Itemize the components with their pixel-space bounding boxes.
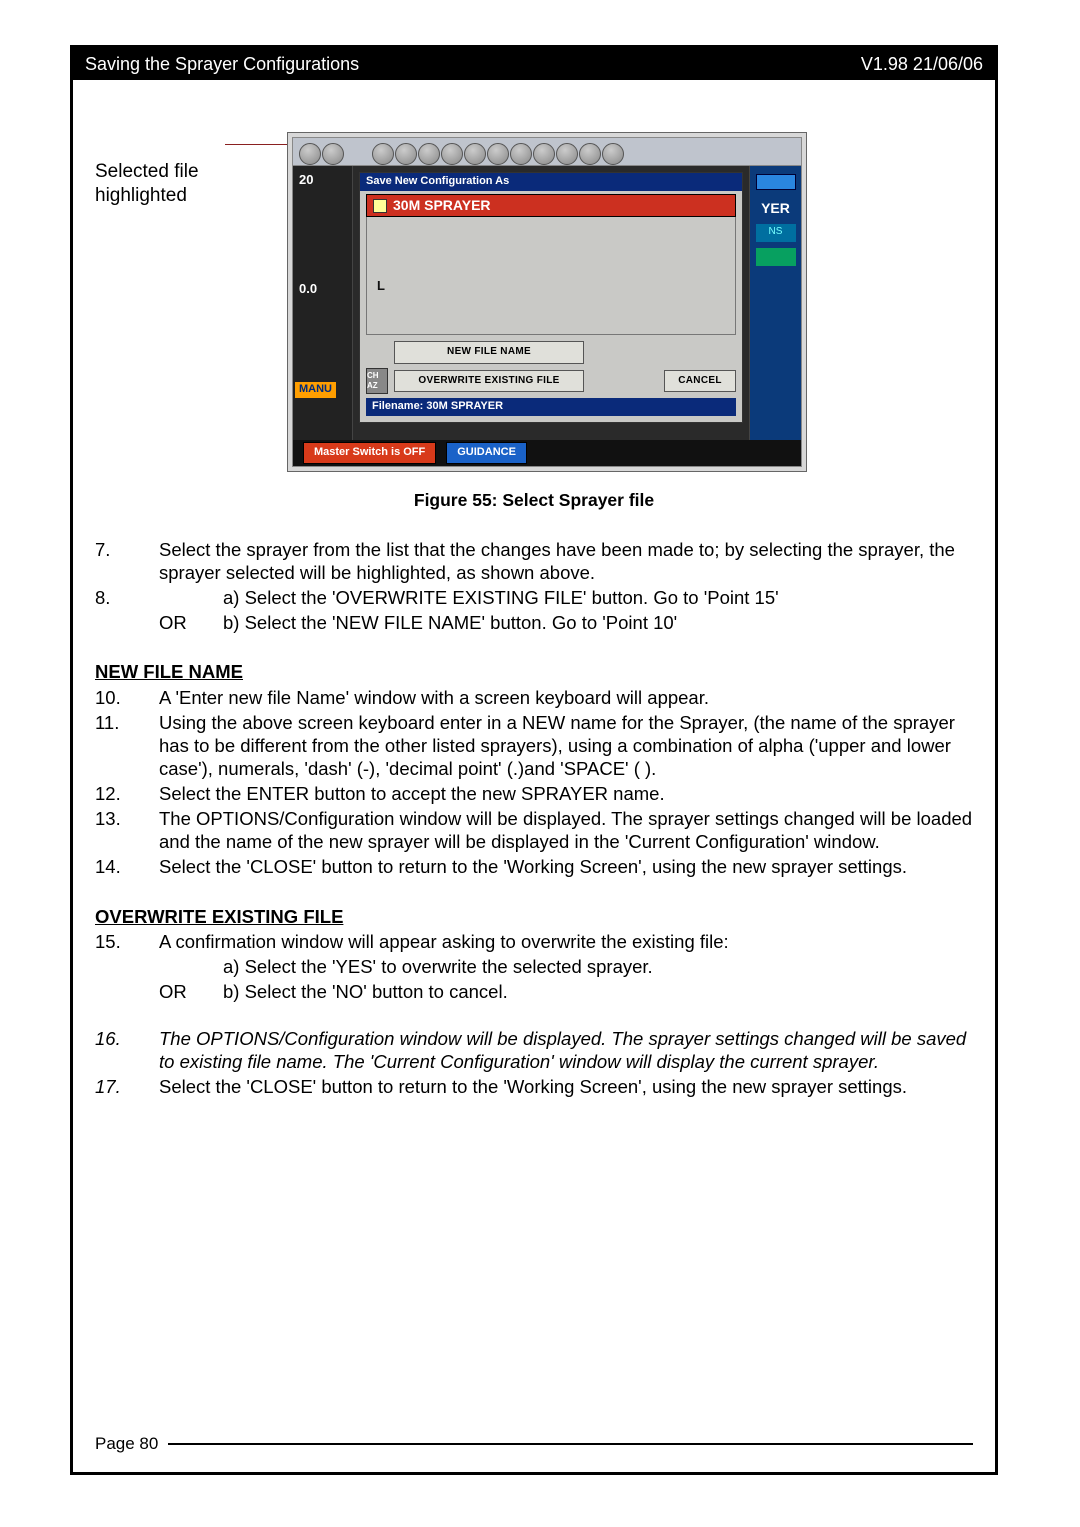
step-text: Select the ENTER button to accept the ne… bbox=[159, 782, 973, 805]
step-number: 15. bbox=[95, 930, 159, 953]
master-switch-status[interactable]: Master Switch is OFF bbox=[303, 442, 436, 464]
file-list-item: L bbox=[377, 278, 735, 294]
gauge-value-top: 20 bbox=[299, 172, 313, 187]
keyboard-icon[interactable]: CH AZ bbox=[366, 368, 388, 394]
toolbar-icon[interactable] bbox=[395, 143, 417, 165]
step-text: The OPTIONS/Configuration window will be… bbox=[159, 1027, 973, 1073]
embedded-screenshot: 20 0.0 MANU Save New Configuration As bbox=[287, 132, 807, 472]
filename-bar: Filename: 30M SPRAYER bbox=[366, 398, 736, 416]
step-item-or: OR b) Select the 'NEW FILE NAME' button.… bbox=[95, 611, 973, 634]
toolbar-icon[interactable] bbox=[556, 143, 578, 165]
manu-tag: MANU bbox=[295, 382, 336, 398]
page-number: Page 80 bbox=[95, 1434, 158, 1454]
right-strip-icon[interactable] bbox=[756, 174, 796, 190]
header-title: Saving the Sprayer Configurations bbox=[85, 54, 359, 75]
step-text: Select the sprayer from the list that th… bbox=[159, 538, 973, 584]
toolbar-icon[interactable] bbox=[464, 143, 486, 165]
step-text: b) Select the 'NO' button to cancel. bbox=[223, 980, 973, 1003]
overwrite-file-button[interactable]: OVERWRITE EXISTING FILE bbox=[394, 370, 584, 393]
step-text: A confirmation window will appear asking… bbox=[159, 930, 973, 953]
app-window: 20 0.0 MANU Save New Configuration As bbox=[292, 137, 802, 467]
step-text: Using the above screen keyboard enter in… bbox=[159, 711, 973, 780]
footer-rule bbox=[168, 1443, 973, 1445]
center-area: Save New Configuration As 30M SPRAYER L bbox=[353, 166, 749, 440]
step-number: 10. bbox=[95, 686, 159, 709]
step-number: 16. bbox=[95, 1027, 159, 1073]
step-number: 7. bbox=[95, 538, 159, 584]
section-heading-overwrite: OVERWRITE EXISTING FILE bbox=[95, 905, 973, 928]
toolbar-icon[interactable] bbox=[487, 143, 509, 165]
toolbar-icon[interactable] bbox=[533, 143, 555, 165]
step-text: Select the 'CLOSE' button to return to t… bbox=[159, 855, 973, 878]
figure-caption: Figure 55: Select Sprayer file bbox=[95, 490, 973, 512]
step-text: a) Select the 'OVERWRITE EXISTING FILE' … bbox=[223, 587, 779, 608]
right-text: YER bbox=[761, 200, 790, 218]
footer-right-button[interactable] bbox=[771, 450, 791, 456]
step-text: b) Select the 'NEW FILE NAME' button. Go… bbox=[223, 611, 973, 634]
gauge-value-bot: 0.0 bbox=[299, 281, 317, 296]
callout-line-1: Selected file bbox=[95, 160, 273, 184]
step-or-label: OR bbox=[159, 611, 223, 634]
step-item: 7. Select the sprayer from the list that… bbox=[95, 538, 973, 584]
file-list[interactable]: L bbox=[366, 217, 736, 335]
step-or-label: OR bbox=[159, 980, 223, 1003]
app-toolbar bbox=[293, 138, 801, 166]
toolbar-icon[interactable] bbox=[602, 143, 624, 165]
step-number: 12. bbox=[95, 782, 159, 805]
dialog-title: Save New Configuration As bbox=[360, 173, 742, 191]
left-gauge-panel: 20 0.0 MANU bbox=[293, 166, 353, 440]
file-icon bbox=[373, 199, 387, 213]
section-heading-new-file: NEW FILE NAME bbox=[95, 660, 973, 683]
step-text: Select the 'CLOSE' button to return to t… bbox=[159, 1075, 973, 1098]
right-panel: YER NS bbox=[749, 166, 801, 440]
page-footer: Page 80 bbox=[95, 1434, 973, 1454]
toolbar-icon[interactable] bbox=[579, 143, 601, 165]
callout-line-2: highlighted bbox=[95, 184, 273, 208]
step-number: 11. bbox=[95, 711, 159, 780]
header-version: V1.98 21/06/06 bbox=[861, 54, 983, 75]
toolbar-icon[interactable] bbox=[372, 143, 394, 165]
guidance-button[interactable]: GUIDANCE bbox=[446, 442, 527, 464]
selected-file-row[interactable]: 30M SPRAYER bbox=[366, 194, 736, 218]
step-list-new: 10.A 'Enter new file Name' window with a… bbox=[95, 686, 973, 879]
save-config-dialog: Save New Configuration As 30M SPRAYER L bbox=[359, 172, 743, 423]
step-item: 8. a) Select the 'OVERWRITE EXISTING FIL… bbox=[95, 586, 973, 609]
step-number: 8. bbox=[95, 586, 159, 609]
page-header: Saving the Sprayer Configurations V1.98 … bbox=[73, 48, 995, 80]
step-number: 13. bbox=[95, 807, 159, 853]
app-body: 20 0.0 MANU Save New Configuration As bbox=[293, 166, 801, 440]
callout-text: Selected file highlighted bbox=[95, 132, 273, 208]
toolbar-icon[interactable] bbox=[510, 143, 532, 165]
toolbar-icon[interactable] bbox=[299, 143, 321, 165]
toolbar-icon[interactable] bbox=[322, 143, 344, 165]
step-list-top: 7. Select the sprayer from the list that… bbox=[95, 538, 973, 635]
selected-file-name: 30M SPRAYER bbox=[393, 197, 491, 215]
document-page: Saving the Sprayer Configurations V1.98 … bbox=[70, 45, 998, 1475]
step-list-overwrite: 15.A confirmation window will appear ask… bbox=[95, 930, 973, 1099]
right-ns-box[interactable]: NS bbox=[756, 224, 796, 242]
right-box-icon[interactable] bbox=[756, 248, 796, 266]
step-text: The OPTIONS/Configuration window will be… bbox=[159, 807, 973, 853]
cancel-button[interactable]: CANCEL bbox=[664, 370, 736, 393]
page-content: Selected file highlighted bbox=[73, 80, 995, 1114]
toolbar-icon[interactable] bbox=[418, 143, 440, 165]
step-number: 17. bbox=[95, 1075, 159, 1098]
toolbar-icon[interactable] bbox=[441, 143, 463, 165]
app-footer: Master Switch is OFF GUIDANCE bbox=[293, 440, 801, 466]
step-number: 14. bbox=[95, 855, 159, 878]
new-file-name-button[interactable]: NEW FILE NAME bbox=[394, 341, 584, 364]
step-text: a) Select the 'YES' to overwrite the sel… bbox=[223, 955, 973, 978]
figure-area: Selected file highlighted bbox=[95, 132, 973, 472]
step-text: A 'Enter new file Name' window with a sc… bbox=[159, 686, 973, 709]
